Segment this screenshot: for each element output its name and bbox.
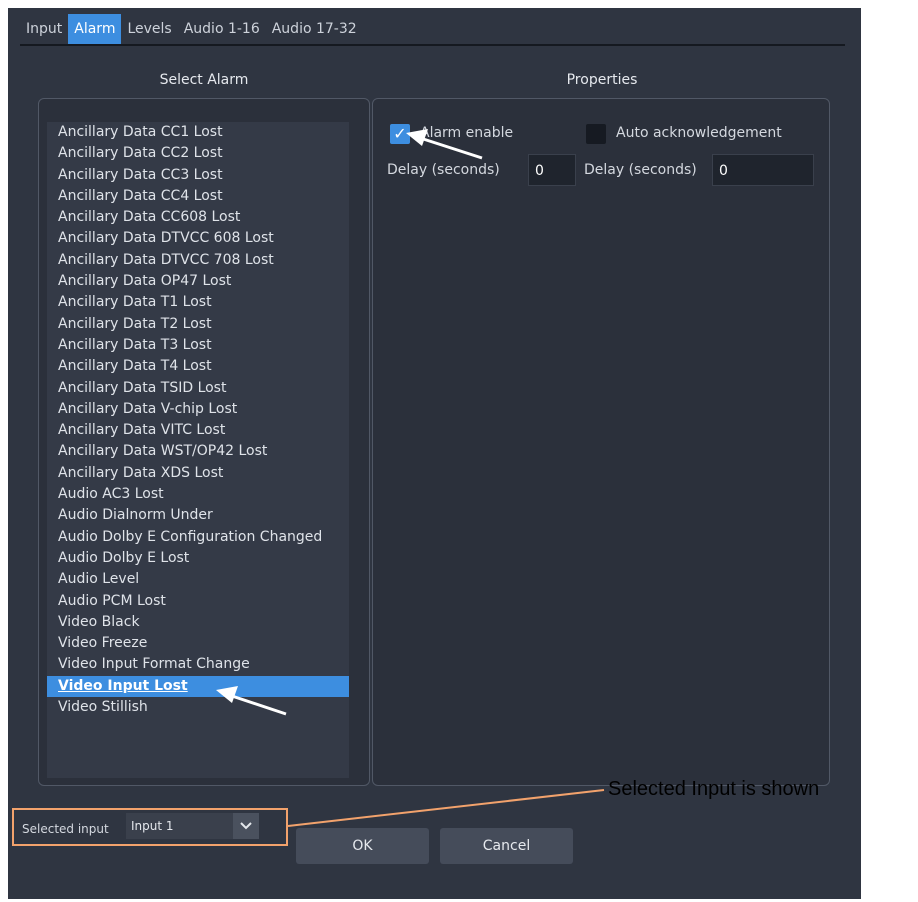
arrow-to-checkbox — [406, 129, 483, 160]
arrow-to-selected-item — [216, 686, 287, 716]
callout-leader-line — [287, 789, 605, 827]
annotation-arrows — [216, 129, 605, 827]
